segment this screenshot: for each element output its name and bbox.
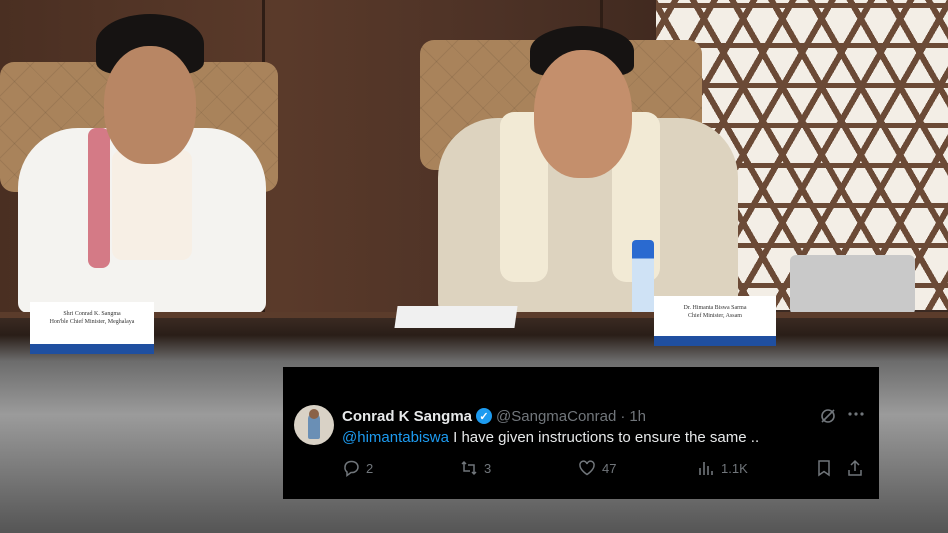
tweet-body-text: I have given instructions to ensure the … xyxy=(448,429,760,446)
papers xyxy=(394,306,518,328)
display-name[interactable]: Conrad K Sangma xyxy=(342,408,472,425)
tweet-card[interactable]: Conrad K Sangma ✓ @SangmaConrad · 1h @hi… xyxy=(283,367,879,499)
reply-count: 2 xyxy=(366,460,374,476)
nameplate-right-text: Dr. Himanta Biswa Sarma Chief Minister, … xyxy=(683,305,747,319)
tweet-text: @himantabiswa I have given instructions … xyxy=(342,428,759,448)
like-button[interactable]: 47 xyxy=(578,458,616,478)
reply-icon xyxy=(344,460,359,477)
repost-button[interactable]: 3 xyxy=(460,458,491,478)
separator: · xyxy=(620,407,626,425)
desk-phone xyxy=(790,255,915,315)
avatar[interactable] xyxy=(294,405,334,445)
share-button[interactable] xyxy=(846,458,870,478)
bookmark-button[interactable] xyxy=(815,458,839,478)
views-button[interactable]: 1.1K xyxy=(697,458,748,478)
grok-icon[interactable] xyxy=(819,407,837,425)
bookmark-icon xyxy=(818,460,830,477)
tweet-actions: 2 3 47 1.1K xyxy=(342,458,866,478)
more-icon[interactable] xyxy=(846,405,866,423)
reply-button[interactable]: 2 xyxy=(342,458,373,478)
nameplate-left: Shri Conrad K. Sangma Hon'ble Chief Mini… xyxy=(30,302,154,354)
nameplate-right: Dr. Himanta Biswa Sarma Chief Minister, … xyxy=(654,296,776,346)
share-icon xyxy=(848,459,862,476)
like-icon xyxy=(579,460,595,476)
mention-link[interactable]: @himantabiswa xyxy=(342,429,449,446)
handle[interactable]: @SangmaConrad xyxy=(496,408,616,425)
nameplate-left-text: Shri Conrad K. Sangma Hon'ble Chief Mini… xyxy=(49,311,135,325)
views-icon xyxy=(699,462,713,475)
tweet-header: Conrad K Sangma ✓ @SangmaConrad · 1h xyxy=(342,406,646,426)
timestamp[interactable]: 1h xyxy=(629,408,646,425)
repost-icon xyxy=(461,460,477,476)
like-count: 47 xyxy=(602,460,617,476)
view-count: 1.1K xyxy=(721,460,748,476)
repost-count: 3 xyxy=(484,460,492,476)
verified-badge-icon: ✓ xyxy=(476,408,493,424)
